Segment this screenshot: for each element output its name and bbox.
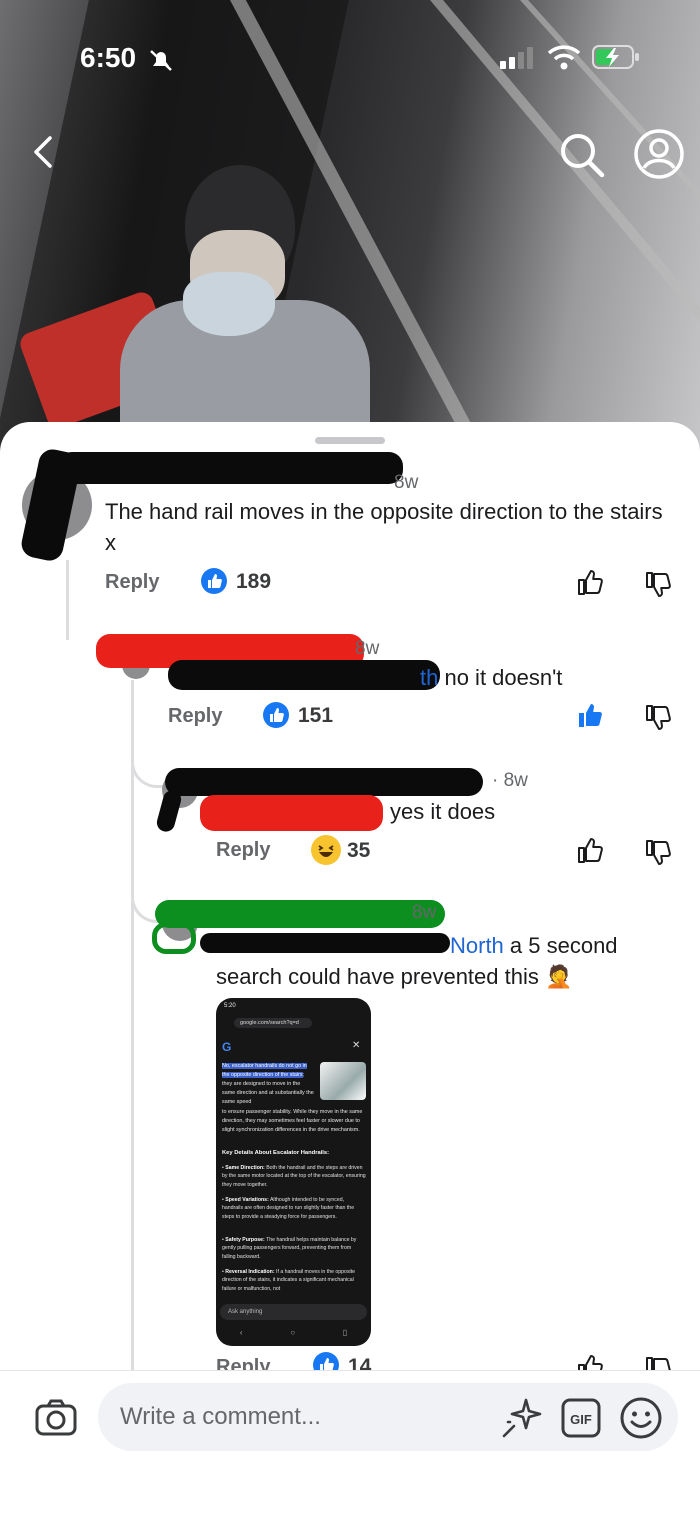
comment-text: th no it doesn't [420,665,563,690]
status-time: 6:50 [80,42,137,73]
thumbs-up-icon [270,708,284,722]
shot-heading: Key Details About Escalator Handrails: [222,1150,330,1156]
signal-icon [500,47,533,69]
thumbs-up-filled-icon[interactable] [575,700,605,730]
gif-icon[interactable]: GIF [561,1398,601,1438]
redaction-scribble [58,452,403,484]
haha-reaction-badge [311,835,341,865]
shot-bullet: • Safety Purpose: The handrail helps mai… [222,1237,357,1260]
comment-text: North a 5 second [450,933,618,958]
google-logo-icon: G [222,1040,232,1054]
shot-url-bar: google.com/search?q=d [234,1018,312,1028]
emoji-icon[interactable] [619,1396,663,1440]
thumbs-down-icon[interactable] [643,570,673,600]
thumbs-up-icon [208,574,222,588]
mention[interactable]: th [420,665,438,690]
mention[interactable]: North [450,933,504,958]
redaction-scribble [152,922,196,954]
comment-text: search could have prevented this 🤦 [216,964,573,989]
like-count: 35 [347,839,371,862]
shot-nav-bar: ‹ ○ ▯ [216,1328,371,1342]
comment-time: 8w [412,902,437,923]
thumbs-up-icon[interactable] [575,567,605,597]
thumbs-down-icon[interactable] [643,838,673,868]
wifi-icon [547,45,581,70]
back-chevron-icon[interactable] [26,132,66,172]
like-count: 151 [298,704,334,727]
thumbs-up-icon[interactable] [575,835,605,865]
comment-text: yes it does [390,799,496,824]
escalator-thumbnail [320,1062,366,1100]
comment-input-placeholder: Write a comment... [120,1403,321,1430]
silent-bell-icon [150,50,172,71]
facepalm-emoji: 🤦 [545,964,573,989]
comment-text: The hand rail moves in the opposite dire… [105,499,663,555]
reply-button[interactable]: Reply [105,571,159,594]
face-mask [183,272,275,336]
redaction-scribble [168,660,440,690]
shot-paragraph: No, escalator handrails do not go in the… [222,1063,314,1105]
comment-time: · 8w [492,770,528,791]
comment-time: 8w [355,638,380,659]
shot-status-time: 5:20 [224,1003,236,1009]
profile-icon[interactable] [633,128,685,180]
camera-icon[interactable] [34,1396,78,1440]
close-icon: ✕ [352,1040,361,1051]
thread-line [131,680,134,1370]
like-badge [201,568,227,594]
comment-time: 8w [394,472,419,493]
home-icon: ○ [290,1328,296,1337]
shot-bullet: • Reversal Indication: If a handrail mov… [222,1269,356,1292]
like-badge [263,702,289,728]
attached-screenshot[interactable]: 5:20 google.com/search?q=d G ✕ No, escal… [216,998,371,1346]
sparkle-icon[interactable] [500,1396,544,1440]
battery-icon [592,45,639,69]
redaction-scribble [200,933,450,953]
sheet-grab-handle[interactable] [315,437,385,444]
svg-text:GIF: GIF [570,1412,592,1427]
recents-icon: ▯ [342,1328,348,1337]
back-icon: ‹ [239,1328,243,1337]
shot-bullet: • Same Direction: Both the handrail and … [222,1165,366,1188]
like-count: 189 [236,570,272,593]
shot-ask-input: Ask anything [220,1304,367,1320]
search-icon[interactable] [557,130,607,180]
redaction-scribble [200,795,383,831]
shot-paragraph: to ensure passenger stability. While the… [222,1109,363,1133]
reply-button[interactable]: Reply [168,705,222,728]
thumbs-down-icon[interactable] [643,703,673,733]
laughing-face-icon [318,845,334,857]
shot-bullet: • Speed Variations: Although intended to… [222,1197,355,1220]
redaction-scribble [165,768,483,796]
redaction-scribble [155,900,445,928]
reply-button[interactable]: Reply [216,839,270,862]
